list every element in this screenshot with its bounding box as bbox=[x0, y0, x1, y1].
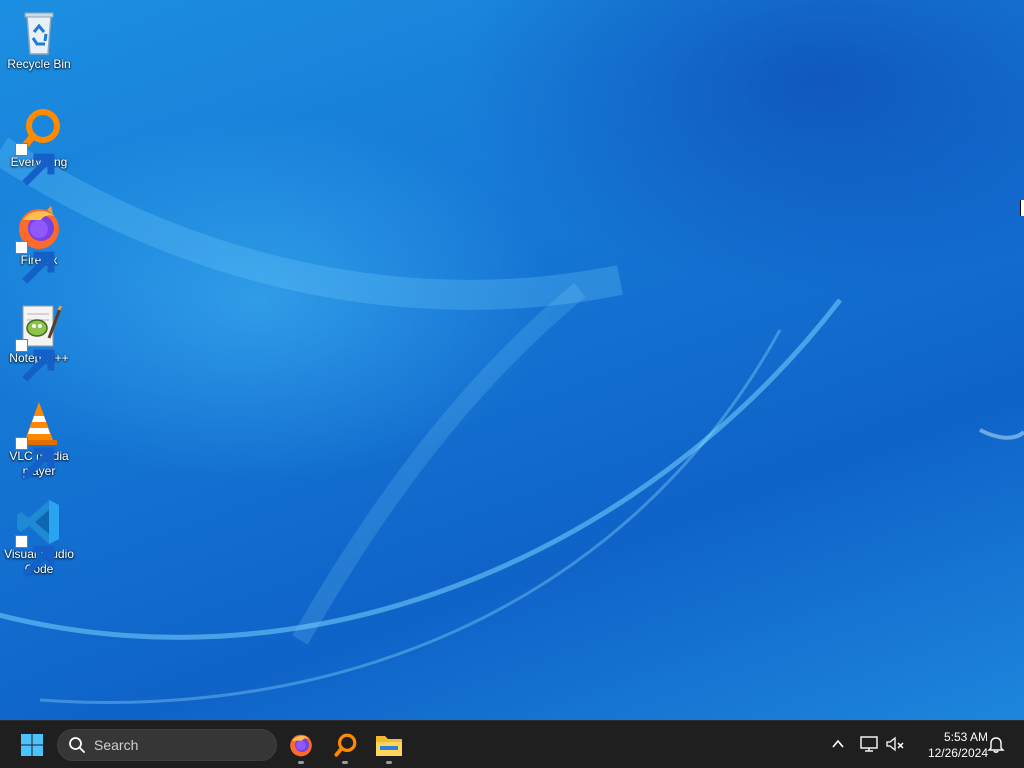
tray-overflow-button[interactable] bbox=[827, 733, 849, 755]
running-indicator bbox=[342, 761, 348, 764]
volume-muted-icon bbox=[886, 736, 904, 752]
shortcut-arrow-icon bbox=[15, 535, 55, 578]
desktop-icon-vlc[interactable]: VLC media player bbox=[2, 400, 76, 480]
start-button[interactable] bbox=[14, 728, 50, 762]
running-indicator bbox=[386, 761, 392, 764]
taskbar-app-firefox[interactable] bbox=[283, 727, 319, 764]
desktop-icon-vscode[interactable]: Visual Studio Code bbox=[2, 498, 76, 578]
search-icon bbox=[69, 737, 85, 753]
folder-icon bbox=[376, 736, 402, 756]
running-indicator bbox=[298, 761, 304, 764]
chevron-up-icon bbox=[832, 739, 844, 748]
desktop-icon-recycle-bin[interactable]: Recycle Bin bbox=[2, 8, 76, 72]
bell-icon bbox=[987, 737, 1005, 753]
desktop-icon-firefox[interactable]: Firefox bbox=[2, 204, 76, 284]
desktop[interactable]: Recycle Bin Everything Firefox Notepad++… bbox=[0, 0, 1024, 720]
shortcut-arrow-icon bbox=[15, 437, 55, 480]
firefox-icon bbox=[290, 734, 312, 757]
windows-logo-icon bbox=[21, 734, 43, 756]
taskbar-search-box[interactable]: Search bbox=[57, 729, 277, 761]
taskbar-app-everything[interactable] bbox=[327, 727, 363, 764]
wallpaper-swirl bbox=[0, 137, 1024, 704]
recycle-bin-icon bbox=[24, 12, 54, 55]
mouse-cursor bbox=[1020, 200, 1024, 216]
tray-network[interactable] bbox=[858, 733, 880, 755]
taskbar: Search 5:53 AM 12/26/2024 bbox=[0, 720, 1024, 768]
shortcut-arrow-icon bbox=[15, 241, 55, 284]
taskbar-clock[interactable]: 5:53 AM 12/26/2024 bbox=[912, 729, 988, 761]
network-icon bbox=[860, 736, 878, 752]
desktop-icon-notepadpp[interactable]: Notepad++ bbox=[2, 302, 76, 382]
search-placeholder: Search bbox=[94, 737, 139, 753]
clock-date: 12/26/2024 bbox=[927, 746, 988, 760]
taskbar-app-file-explorer[interactable] bbox=[371, 727, 407, 764]
shortcut-arrow-icon bbox=[15, 143, 55, 186]
desktop-icon-everything[interactable]: Everything bbox=[2, 106, 76, 186]
tray-volume[interactable] bbox=[884, 733, 906, 755]
clock-time: 5:53 AM bbox=[943, 730, 988, 744]
desktop-icon-label: Recycle Bin bbox=[7, 57, 71, 71]
notification-button[interactable] bbox=[985, 733, 1007, 755]
shortcut-arrow-icon bbox=[15, 339, 55, 382]
everything-icon bbox=[334, 733, 357, 757]
